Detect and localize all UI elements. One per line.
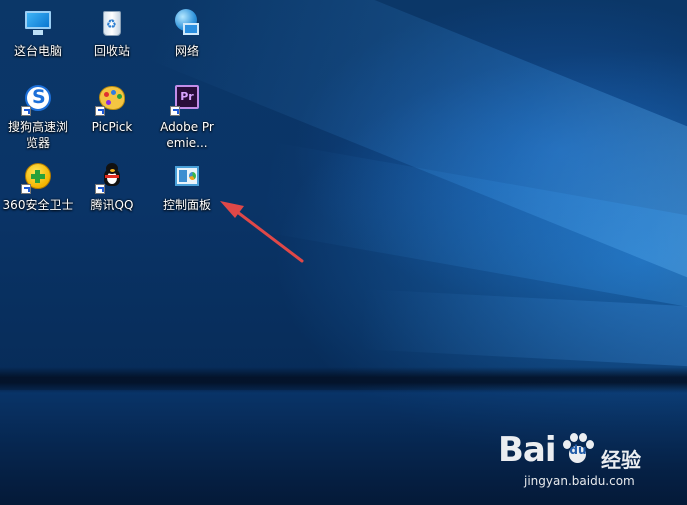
watermark-url: jingyan.baidu.com: [524, 474, 635, 488]
watermark-brand: Bai: [498, 430, 557, 470]
baidu-jingyan-watermark: Bai du 经验 jingyan.baidu.com: [498, 428, 678, 496]
watermark-paw-text: du: [569, 443, 587, 457]
watermark-product: 经验: [601, 448, 641, 472]
